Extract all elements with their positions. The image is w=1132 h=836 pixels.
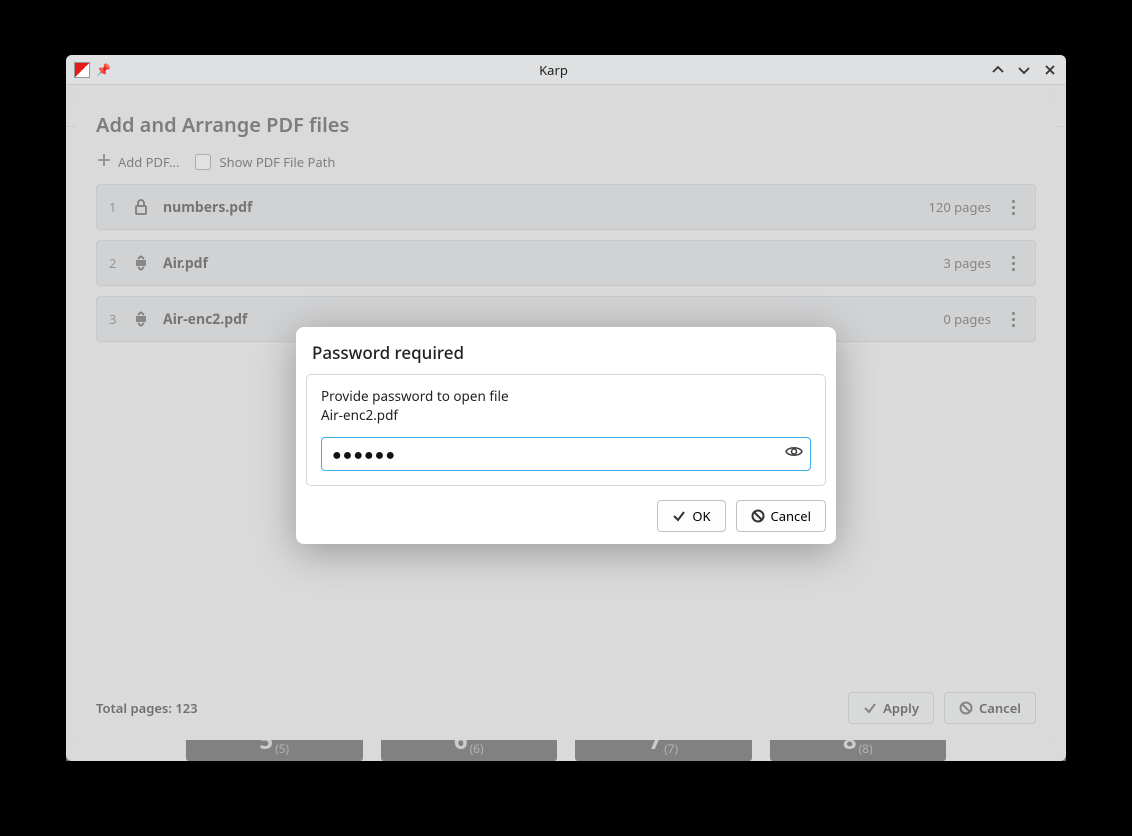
- password-message: Provide password to open file Air-enc2.p…: [321, 387, 811, 425]
- cancel-button[interactable]: Cancel: [736, 500, 826, 532]
- pin-icon[interactable]: 📌: [96, 61, 111, 78]
- password-input[interactable]: [321, 437, 811, 471]
- password-dialog: Password required Provide password to op…: [296, 327, 836, 544]
- toggle-password-visibility[interactable]: [785, 442, 803, 465]
- password-dialog-title: Password required: [312, 341, 820, 364]
- cancel-icon: [751, 509, 765, 523]
- titlebar: 📌 Karp: [66, 55, 1066, 85]
- ok-button[interactable]: OK: [657, 500, 725, 532]
- maximize-button[interactable]: [1016, 62, 1032, 78]
- close-button[interactable]: [1042, 62, 1058, 78]
- minimize-button[interactable]: [990, 62, 1006, 78]
- window-title: Karp: [117, 61, 990, 79]
- app-icon: [74, 62, 90, 78]
- check-icon: [672, 509, 686, 523]
- eye-icon: [785, 442, 803, 460]
